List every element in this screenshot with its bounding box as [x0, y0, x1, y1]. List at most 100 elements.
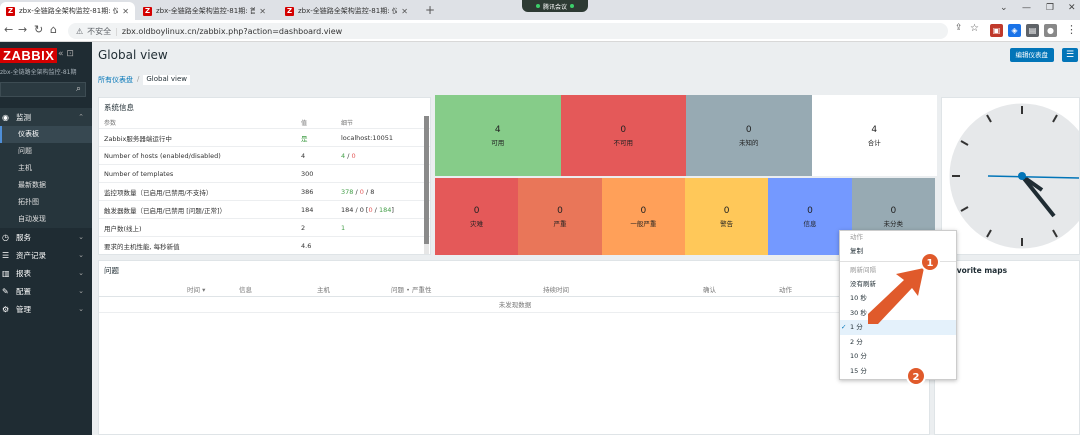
menu-item-15m[interactable]: 15 分 — [840, 364, 956, 379]
close-window-icon[interactable]: ✕ — [1068, 3, 1076, 13]
browser-tab[interactable]: Z zbx-全链路全架构监控-81期: 仪表板 ✕ — [0, 2, 135, 20]
availability-unknown[interactable]: 0 未知的 — [686, 95, 812, 176]
breadcrumb: 所有仪表盘 / Global view — [98, 75, 191, 85]
label: 可用 — [491, 138, 505, 147]
url-field[interactable]: ⚠ 不安全 | zbx.oldboylinux.cn/zabbix.php?ac… — [68, 23, 948, 39]
extension-icon[interactable]: ▤ — [1026, 24, 1039, 37]
table-row: Number of hosts (enabled/disabled) 4 4 /… — [99, 147, 430, 165]
breadcrumb-current[interactable]: Global view — [143, 75, 191, 85]
close-tab-icon[interactable]: ✕ — [122, 7, 129, 16]
sidebar-subitem-discovery[interactable]: 自动发现 — [0, 211, 92, 228]
eye-icon: ◉ — [2, 112, 9, 122]
forward-icon[interactable]: → — [18, 23, 27, 36]
meeting-indicator[interactable]: 腾讯会议 — [522, 0, 588, 12]
more-icon[interactable]: ⋮ — [1066, 23, 1077, 36]
sidebar-subitem-dashboard[interactable]: 仪表板 — [0, 126, 92, 143]
sidebar-subitem-latest-data[interactable]: 最新数据 — [0, 177, 92, 194]
sidebar: ZABBIX « ⊡ zbx-全链路全架构监控-81期 ⌕ ◉ 监测 ⌃ 仪表板… — [0, 42, 92, 435]
column-header-ack: 确认 — [703, 285, 716, 294]
chevron-down-icon: ⌄ — [78, 305, 84, 313]
severity-disaster[interactable]: 0 灾难 — [435, 178, 519, 255]
problems-widget: 问题 时间 ▾ 信息 主机 问题 • 严重性 持续时间 确认 动作 标记 未发现… — [98, 260, 931, 435]
minimize-icon[interactable]: — — [1022, 3, 1031, 13]
extension-icon[interactable]: ◈ — [1008, 24, 1021, 37]
gear-icon: ⚙ — [2, 304, 10, 314]
close-tab-icon[interactable]: ✕ — [401, 7, 408, 16]
zabbix-favicon-icon: Z — [285, 6, 294, 16]
detail-ok: 184 — [378, 205, 392, 214]
clock-icon — [946, 100, 1079, 252]
sidebar-menu: ◉ 监测 ⌃ 仪表板 问题 主机 最新数据 拓扑图 自动发现 ◷ 服务 ⌄ ☰ … — [0, 108, 92, 318]
chevron-down-icon[interactable]: ⌄ — [1000, 3, 1008, 13]
sidebar-search-input[interactable]: ⌕ — [0, 82, 86, 97]
address-bar: ← → ↻ ⌂ ⚠ 不安全 | zbx.oldboylinux.cn/zabbi… — [0, 20, 1080, 42]
count: 0 — [640, 205, 647, 216]
column-header-duration: 持续时间 — [543, 285, 569, 294]
availability-total[interactable]: 4 合计 — [811, 95, 937, 176]
menu-item-2m[interactable]: 2 分 — [840, 335, 956, 350]
scrollbar-thumb[interactable] — [424, 116, 429, 244]
sidebar-item-label: 服务 — [16, 232, 31, 242]
column-header-time[interactable]: 时间 ▾ — [187, 284, 205, 294]
dashboard-menu-icon[interactable]: ☰ — [1062, 48, 1078, 62]
row-value: 是 — [301, 134, 308, 143]
share-icon[interactable]: ⇪ — [955, 23, 963, 33]
count: 0 — [473, 205, 480, 216]
severity-high[interactable]: 0 严重 — [518, 178, 602, 255]
browser-tab[interactable]: Z zbx-全链路全架构监控-81期: 首页 ✕ — [137, 2, 272, 20]
count: 0 — [890, 205, 897, 216]
maximize-icon[interactable]: ❐ — [1046, 3, 1054, 13]
checkmark-icon: ✓ — [841, 323, 847, 331]
annotation-arrow-icon — [868, 268, 924, 324]
sidebar-item-label: 配置 — [16, 286, 31, 296]
chevron-down-icon: ⌄ — [78, 233, 84, 241]
count: 0 — [620, 124, 627, 135]
profile-avatar-icon[interactable]: ● — [1044, 24, 1057, 37]
list-icon: ☰ — [2, 250, 10, 260]
search-icon[interactable]: ⌕ — [76, 84, 81, 94]
new-tab-button[interactable]: + — [425, 3, 435, 17]
live-dot-icon — [570, 4, 574, 8]
collapse-sidebar-icon[interactable]: « ⊡ — [58, 49, 74, 59]
availability-available[interactable]: 4 可用 — [435, 95, 561, 176]
star-icon[interactable]: ☆ — [970, 23, 979, 34]
menu-item-10m[interactable]: 10 分 — [840, 349, 956, 364]
sidebar-item-administration[interactable]: ⚙ 管理 ⌄ — [0, 300, 92, 318]
chevron-up-icon: ⌃ — [78, 113, 84, 121]
sidebar-item-configuration[interactable]: ✎ 配置 ⌄ — [0, 282, 92, 300]
back-icon[interactable]: ← — [4, 23, 13, 36]
page-title: Global view — [98, 48, 168, 62]
widget-title: 系统信息 — [104, 103, 134, 112]
sidebar-item-monitoring[interactable]: ◉ 监测 ⌃ — [0, 108, 92, 126]
scrollbar[interactable] — [424, 116, 429, 254]
column-header-info: 信息 — [239, 285, 252, 294]
row-detail: localhost:10051 — [341, 133, 394, 142]
sidebar-item-label: 管理 — [16, 304, 31, 314]
sidebar-item-services[interactable]: ◷ 服务 ⌄ — [0, 228, 92, 246]
home-icon[interactable]: ⌂ — [50, 23, 57, 36]
sidebar-item-reports[interactable]: ▥ 报表 ⌄ — [0, 264, 92, 282]
availability-unavailable[interactable]: 0 不可用 — [560, 95, 686, 176]
breadcrumb-separator: / — [137, 75, 140, 83]
extension-icon[interactable]: ▣ — [990, 24, 1003, 37]
browser-tab[interactable]: Z zbx-全链路全架构监控-81期: 仪表板 ✕ — [279, 2, 414, 20]
sidebar-subitem-problems[interactable]: 问题 — [0, 143, 92, 160]
sidebar-subitem-hosts[interactable]: 主机 — [0, 160, 92, 177]
severity-warning[interactable]: 0 警告 — [684, 178, 769, 255]
column-header-host: 主机 — [317, 285, 330, 294]
zabbix-logo[interactable]: ZABBIX — [0, 48, 58, 63]
close-tab-icon[interactable]: ✕ — [259, 7, 266, 16]
row-value: 4 — [301, 151, 306, 160]
sidebar-subitem-maps[interactable]: 拓扑图 — [0, 194, 92, 211]
table-header: 参数 值 细节 — [99, 117, 430, 129]
sidebar-item-inventory[interactable]: ☰ 资产记录 ⌄ — [0, 246, 92, 264]
zabbix-favicon-icon: Z — [143, 6, 152, 16]
row-value: 2 — [301, 223, 306, 232]
edit-dashboard-button[interactable]: 编辑仪表盘 — [1009, 48, 1054, 62]
breadcrumb-all-dashboards[interactable]: 所有仪表盘 — [98, 75, 133, 85]
row-value: 386 — [301, 187, 314, 196]
reload-icon[interactable]: ↻ — [34, 23, 43, 36]
label: 灾难 — [470, 219, 484, 228]
severity-average[interactable]: 0 一般严重 — [601, 178, 685, 255]
label: 严重 — [553, 219, 567, 228]
